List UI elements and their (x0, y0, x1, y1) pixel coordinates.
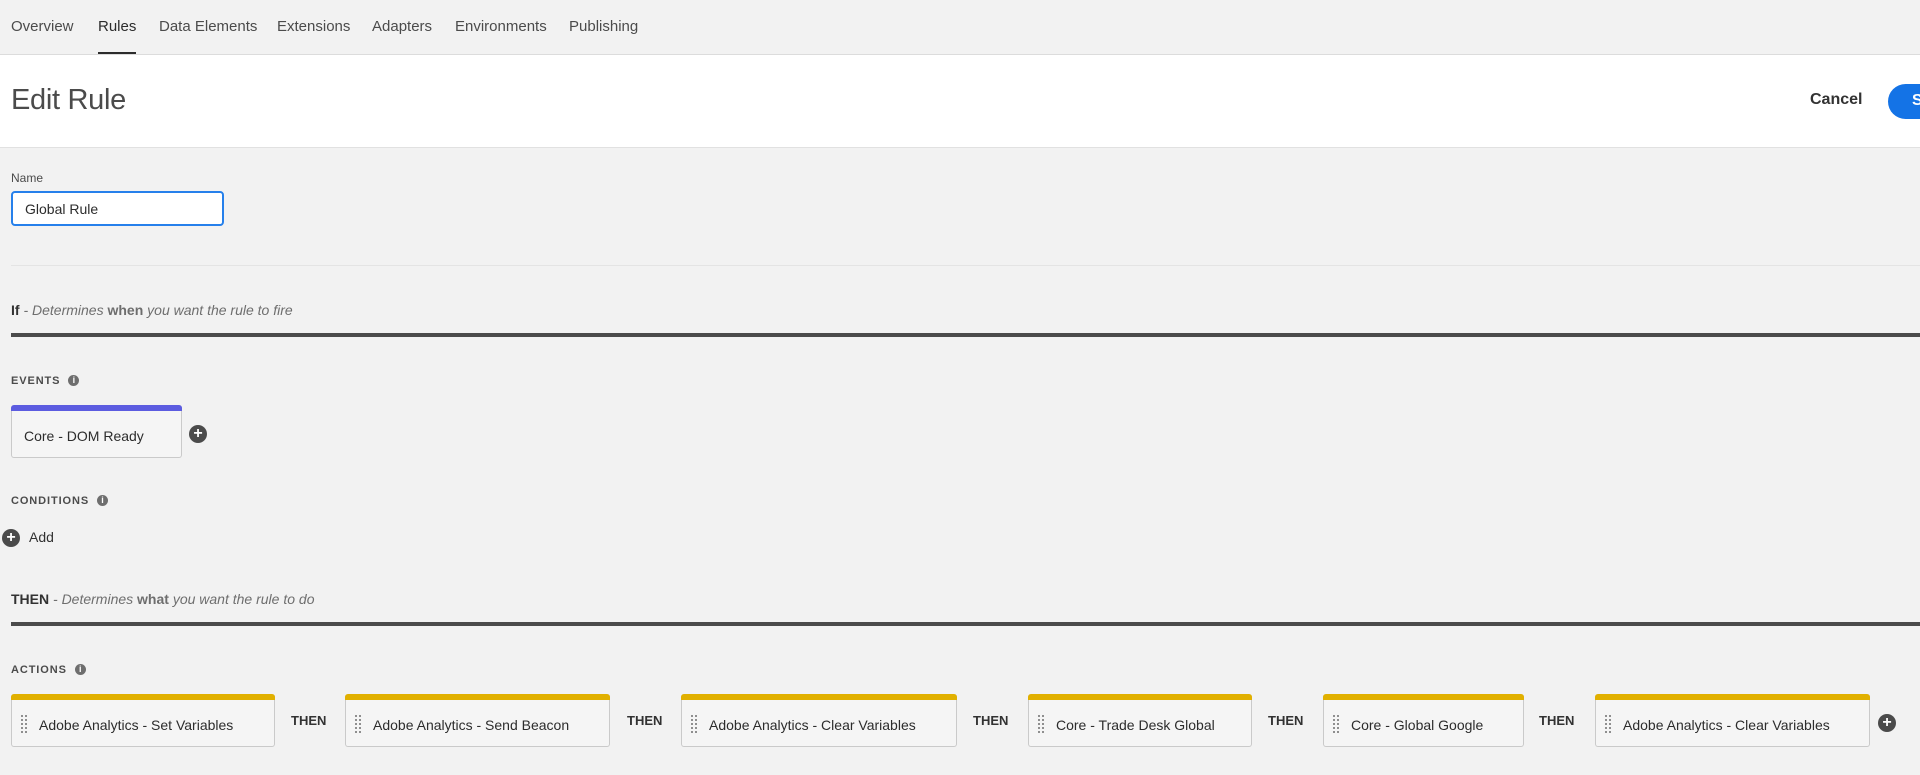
tab-data-elements[interactable]: Data Elements (159, 18, 257, 35)
page-header: Edit Rule Cancel S (0, 55, 1920, 148)
then-separator: THEN (973, 713, 1009, 728)
if-prefix: - Determines (19, 302, 108, 318)
event-card[interactable]: Core - DOM Ready (11, 405, 182, 458)
page-title: Edit Rule (11, 84, 126, 116)
actions-label-text: ACTIONS (11, 664, 67, 676)
then-separator: THEN (627, 713, 663, 728)
action-card-label: Adobe Analytics - Clear Variables (1623, 717, 1830, 733)
if-suffix: you want the rule to fire (143, 302, 293, 318)
add-condition-button[interactable]: Add (29, 529, 54, 545)
then-separator: THEN (291, 713, 327, 728)
if-emphasis: when (107, 302, 144, 318)
plus-circle-icon[interactable]: + (189, 425, 207, 443)
drag-handle-icon[interactable] (691, 715, 699, 735)
tab-publishing[interactable]: Publishing (569, 18, 638, 35)
plus-circle-icon[interactable]: + (1878, 714, 1896, 732)
action-card-bar (1028, 694, 1252, 700)
action-card-label: Adobe Analytics - Set Variables (39, 717, 234, 733)
action-card-label: Adobe Analytics - Send Beacon (373, 717, 570, 733)
conditions-label-text: CONDITIONS (11, 495, 90, 507)
save-button[interactable]: S (1888, 84, 1920, 119)
action-card[interactable]: Adobe Analytics - Set Variables (11, 694, 275, 747)
tab-overview[interactable]: Overview (11, 18, 74, 35)
if-section-heading: If - Determines when you want the rule t… (11, 302, 293, 318)
events-label-text: EVENTS (11, 375, 61, 387)
action-card-label: Core - Trade Desk Global (1056, 717, 1215, 733)
action-card[interactable]: Core - Trade Desk Global (1028, 694, 1252, 747)
action-card-bar (681, 694, 957, 700)
rule-name-input[interactable] (11, 191, 224, 226)
tab-adapters[interactable]: Adapters (372, 18, 432, 35)
if-section-rule (11, 333, 1920, 337)
drag-handle-icon[interactable] (1333, 715, 1341, 735)
conditions-label: CONDITIONS i (11, 495, 109, 507)
then-keyword: THEN (11, 591, 50, 607)
info-icon[interactable]: i (68, 375, 80, 386)
info-icon[interactable]: i (74, 664, 86, 675)
divider (11, 265, 1920, 266)
tab-environments[interactable]: Environments (455, 18, 547, 35)
drag-handle-icon[interactable] (355, 715, 363, 735)
action-card[interactable]: Adobe Analytics - Clear Variables (681, 694, 957, 747)
then-section-rule (11, 622, 1920, 626)
action-card-bar (345, 694, 610, 700)
then-section-heading: THEN - Determines what you want the rule… (11, 591, 314, 607)
then-suffix: you want the rule to do (168, 591, 315, 607)
then-prefix: - Determines (49, 591, 138, 607)
name-label: Name (11, 171, 44, 185)
then-separator: THEN (1268, 713, 1304, 728)
drag-handle-icon[interactable] (1605, 715, 1613, 735)
tab-extensions[interactable]: Extensions (277, 18, 350, 35)
actions-label: ACTIONS i (11, 664, 86, 676)
info-icon[interactable]: i (97, 495, 109, 506)
then-emphasis: what (137, 591, 169, 607)
action-card-label: Core - Global Google (1351, 717, 1484, 733)
tab-rules[interactable]: Rules (98, 18, 137, 54)
action-card-bar (1323, 694, 1524, 700)
drag-handle-icon[interactable] (21, 715, 29, 735)
plus-circle-icon[interactable]: + (2, 529, 20, 547)
action-card[interactable]: Adobe Analytics - Clear Variables (1595, 694, 1870, 747)
action-card[interactable]: Core - Global Google (1323, 694, 1524, 747)
event-card-bar (11, 405, 182, 411)
drag-handle-icon[interactable] (1038, 715, 1046, 735)
action-card-bar (1595, 694, 1870, 700)
action-card-label: Adobe Analytics - Clear Variables (709, 717, 916, 733)
events-label: EVENTS i (11, 375, 80, 387)
top-nav: Overview Rules Data Elements Extensions … (0, 0, 1920, 55)
cancel-button[interactable]: Cancel (1810, 91, 1862, 109)
if-keyword: If (11, 302, 20, 318)
action-card-bar (11, 694, 275, 700)
action-card[interactable]: Adobe Analytics - Send Beacon (345, 694, 610, 747)
then-separator: THEN (1539, 713, 1575, 728)
event-card-label: Core - DOM Ready (24, 428, 144, 444)
